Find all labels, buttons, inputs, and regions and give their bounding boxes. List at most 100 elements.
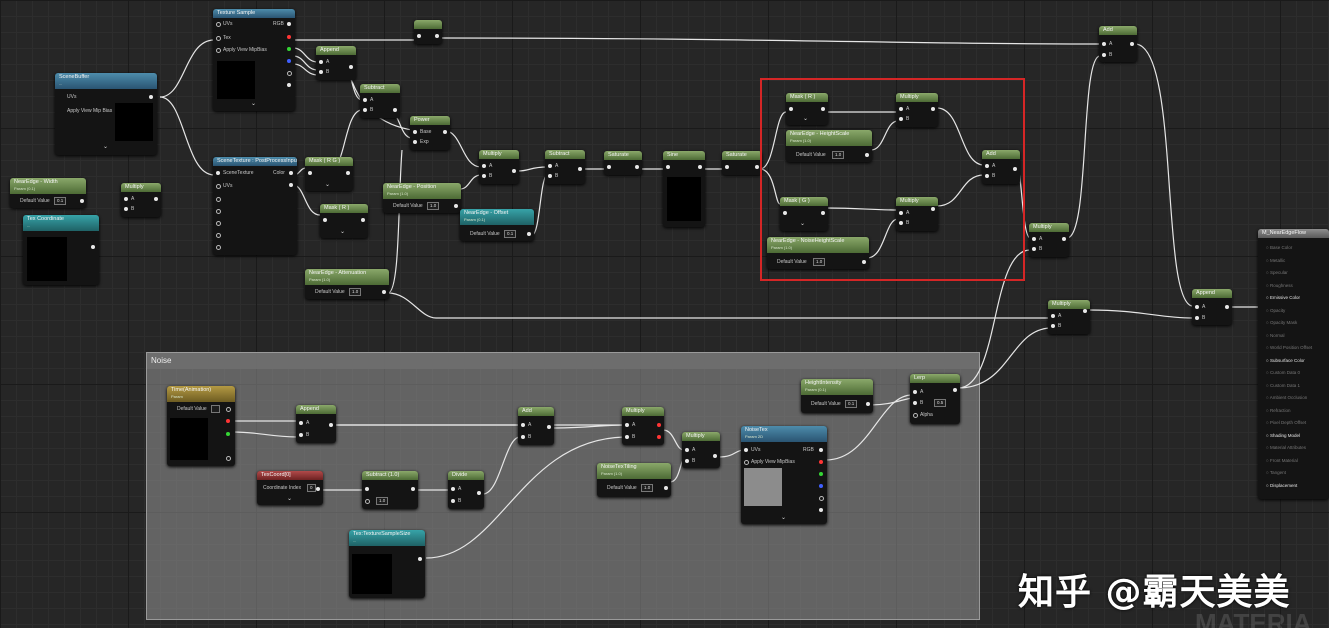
input-pin[interactable] bbox=[363, 108, 367, 112]
output-pin[interactable] bbox=[657, 423, 661, 427]
node-multiply[interactable]: Multiply A B bbox=[896, 197, 938, 231]
output-pin[interactable] bbox=[1130, 42, 1134, 46]
output-pin-row[interactable]: ○ Emissive Color bbox=[1266, 295, 1300, 300]
input-pin[interactable] bbox=[124, 197, 128, 201]
output-pin[interactable] bbox=[287, 59, 291, 63]
output-pin-row[interactable]: ○ Tangent bbox=[1266, 470, 1286, 475]
output-pin[interactable] bbox=[454, 204, 458, 208]
node-sine[interactable]: Sine bbox=[663, 151, 705, 227]
output-pin[interactable] bbox=[149, 95, 153, 99]
output-pin-row[interactable]: ○ Subsurface Color bbox=[1266, 358, 1305, 363]
output-pin[interactable] bbox=[287, 22, 291, 26]
node-multiply[interactable]: Multiply A B bbox=[1029, 223, 1069, 257]
constant-field[interactable]: 1.0 bbox=[376, 497, 389, 505]
default-value-field[interactable]: 1.0 bbox=[832, 151, 845, 159]
node-multiply[interactable]: Multiply A B bbox=[622, 407, 664, 445]
output-pin-row[interactable]: ○ Metallic bbox=[1266, 258, 1285, 263]
input-pin[interactable] bbox=[363, 98, 367, 102]
output-pin-row[interactable]: ○ Front Material bbox=[1266, 458, 1298, 463]
output-pin[interactable] bbox=[713, 454, 717, 458]
node-mask-g[interactable]: Mask ( G ) ⌄ bbox=[780, 197, 828, 231]
node-multiply[interactable]: Multiply A B bbox=[682, 432, 720, 468]
input-pin[interactable] bbox=[319, 70, 323, 74]
output-pin[interactable] bbox=[329, 423, 333, 427]
output-pin[interactable] bbox=[866, 402, 870, 406]
node-nearedge-offset[interactable]: NearEdge - Offset Param (0.1) Default Val… bbox=[460, 209, 534, 241]
output-pin[interactable] bbox=[346, 171, 350, 175]
node-mask-r[interactable]: Mask ( R ) ⌄ bbox=[320, 204, 368, 238]
input-pin[interactable] bbox=[744, 460, 749, 465]
output-pin[interactable] bbox=[349, 65, 353, 69]
node-mask-r[interactable]: Mask ( R ) ⌄ bbox=[786, 93, 828, 125]
output-pin[interactable] bbox=[393, 108, 397, 112]
input-pin[interactable] bbox=[744, 448, 748, 452]
node-lerp[interactable]: Lerp A B Alpha 0.5 bbox=[910, 374, 960, 424]
node-add[interactable]: Add A B bbox=[982, 150, 1020, 184]
input-pin[interactable] bbox=[319, 60, 323, 64]
input-pin[interactable] bbox=[216, 209, 221, 214]
node-nearedge-attenuation[interactable]: NearEdge - Attenuation Param (1.0) Defaul… bbox=[305, 269, 389, 299]
output-pin[interactable] bbox=[664, 486, 668, 490]
input-pin[interactable] bbox=[913, 401, 917, 405]
input-pin[interactable] bbox=[482, 164, 486, 168]
input-pin[interactable] bbox=[216, 36, 221, 41]
output-pin[interactable] bbox=[154, 197, 158, 201]
input-pin[interactable] bbox=[308, 171, 312, 175]
output-pin[interactable] bbox=[382, 290, 386, 294]
output-pin-row[interactable]: ○ Custom Data 1 bbox=[1266, 383, 1300, 388]
input-pin[interactable] bbox=[216, 233, 221, 238]
output-pin[interactable] bbox=[287, 83, 291, 87]
input-pin[interactable] bbox=[216, 22, 221, 27]
default-value-field[interactable]: 1.0 bbox=[641, 484, 654, 492]
node-nearedge-width[interactable]: NearEdge - Width Param (0.1) Default Valu… bbox=[10, 178, 86, 208]
output-pin[interactable] bbox=[931, 107, 935, 111]
node-time-animation[interactable]: Time(Animation) Param Default Value bbox=[167, 386, 235, 466]
input-pin[interactable] bbox=[685, 459, 689, 463]
output-pin[interactable] bbox=[819, 508, 823, 512]
input-pin[interactable] bbox=[124, 207, 128, 211]
input-pin[interactable] bbox=[413, 140, 417, 144]
output-pin[interactable] bbox=[477, 491, 481, 495]
input-pin[interactable] bbox=[451, 487, 455, 491]
output-pin[interactable] bbox=[819, 484, 823, 488]
output-pin-row[interactable]: ○ Opacity Mask bbox=[1266, 320, 1297, 325]
output-pin[interactable] bbox=[819, 472, 823, 476]
input-pin[interactable] bbox=[365, 487, 369, 491]
input-pin[interactable] bbox=[899, 211, 903, 215]
output-pin[interactable] bbox=[91, 245, 95, 249]
output-pin[interactable] bbox=[226, 407, 231, 412]
input-pin[interactable] bbox=[913, 413, 918, 418]
output-pin-row[interactable]: ○ Base Color bbox=[1266, 245, 1292, 250]
expand-chevron-icon[interactable]: ⌄ bbox=[800, 220, 805, 227]
node-power[interactable]: Power Base Exp bbox=[410, 116, 450, 150]
node-add[interactable]: Add A B bbox=[1099, 26, 1137, 62]
output-pin[interactable] bbox=[865, 153, 869, 157]
output-pin[interactable] bbox=[435, 34, 439, 38]
output-pin-row[interactable]: ○ World Position Offset bbox=[1266, 345, 1312, 350]
expand-chevron-icon[interactable]: ⌄ bbox=[287, 495, 292, 502]
input-pin[interactable] bbox=[1051, 314, 1055, 318]
input-pin[interactable] bbox=[1032, 237, 1036, 241]
input-pin[interactable] bbox=[725, 165, 729, 169]
input-pin[interactable] bbox=[365, 499, 370, 504]
output-pin-row[interactable]: ○ Roughness bbox=[1266, 283, 1293, 288]
output-pin[interactable] bbox=[1225, 305, 1229, 309]
node-saturate[interactable]: Saturate bbox=[604, 151, 642, 175]
default-value-field[interactable]: 0.1 bbox=[54, 197, 67, 205]
input-pin[interactable] bbox=[985, 164, 989, 168]
node-divide[interactable]: Divide A B bbox=[448, 471, 484, 509]
node-tex-sample-size[interactable]: Tex:TextureSampleSize... bbox=[349, 530, 425, 598]
output-pin-row[interactable]: ○ Refraction bbox=[1266, 408, 1290, 413]
output-pin[interactable] bbox=[931, 207, 935, 211]
output-pin[interactable] bbox=[361, 218, 365, 222]
node-nearedge-position[interactable]: NearEdge - Position Param (1.0) Default V… bbox=[383, 183, 461, 213]
input-pin[interactable] bbox=[299, 421, 303, 425]
input-pin[interactable] bbox=[299, 433, 303, 437]
expand-chevron-icon[interactable]: ⌄ bbox=[781, 514, 786, 521]
output-pin[interactable] bbox=[287, 35, 291, 39]
output-pin[interactable] bbox=[1062, 237, 1066, 241]
output-pin[interactable] bbox=[418, 557, 422, 561]
expand-chevron-icon[interactable]: ⌄ bbox=[340, 228, 345, 235]
input-pin[interactable] bbox=[1195, 316, 1199, 320]
output-pin[interactable] bbox=[226, 419, 230, 423]
